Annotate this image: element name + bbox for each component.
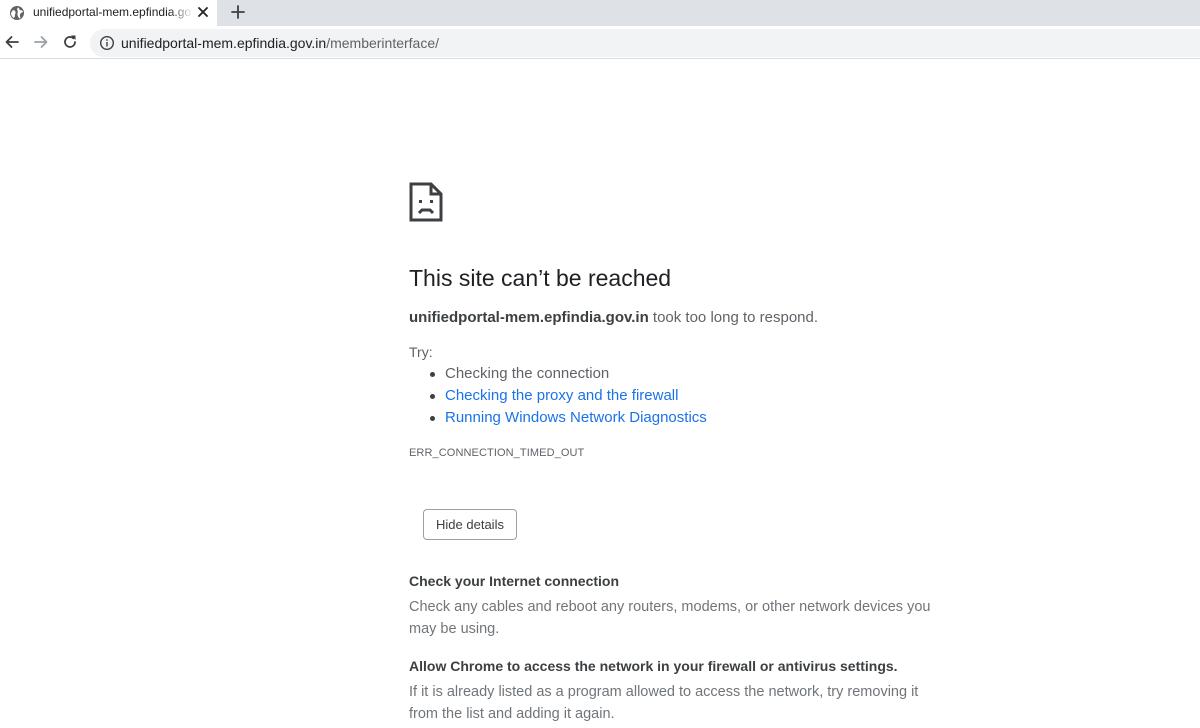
arrow-right-icon[interactable]: [32, 33, 50, 51]
address-bar[interactable]: unifiedportal-mem.epfindia.gov.in/member…: [90, 29, 1200, 57]
sad-page-icon: [409, 182, 443, 222]
url-host: unifiedportal-mem.epfindia.gov.in: [121, 35, 327, 51]
url-text: unifiedportal-mem.epfindia.gov.in/member…: [121, 35, 439, 51]
hide-details-button[interactable]: Hide details: [423, 509, 517, 540]
url-path: /memberinterface/: [326, 35, 440, 51]
suggestion-network-diagnostics[interactable]: Running Windows Network Diagnostics: [409, 408, 707, 430]
close-icon[interactable]: [196, 5, 210, 19]
details-text-firewall: If it is already listed as a program all…: [409, 684, 919, 722]
page-title: This site can’t be reached: [409, 265, 672, 291]
reload-icon[interactable]: [61, 33, 79, 51]
browser-toolbar: unifiedportal-mem.epfindia.gov.in/member…: [0, 26, 1200, 59]
suggestions-list: Checking the connection Checking the pro…: [409, 364, 707, 430]
info-icon[interactable]: [99, 35, 115, 51]
error-summary-text: took too long to respond.: [648, 309, 819, 326]
error-summary: unifiedportal-mem.epfindia.gov.in took t…: [409, 308, 818, 328]
plus-icon[interactable]: [229, 3, 247, 21]
active-tab[interactable]: unifiedportal-mem.epfindia.gov.in/member…: [0, 0, 217, 26]
globe-icon: [10, 6, 24, 20]
suggestion-label: Checking the connection: [445, 365, 610, 382]
error-code: ERR_CONNECTION_TIMED_OUT: [409, 447, 585, 459]
proxy-firewall-link[interactable]: Checking the proxy and the firewall: [445, 387, 678, 404]
details-text-connection: Check any cables and reboot any routers,…: [409, 599, 931, 637]
suggestion-check-proxy[interactable]: Checking the proxy and the firewall: [409, 386, 707, 408]
try-label: Try:: [409, 344, 433, 360]
arrow-left-icon[interactable]: [3, 33, 21, 51]
suggestion-check-connection: Checking the connection: [409, 364, 707, 386]
network-diagnostics-link[interactable]: Running Windows Network Diagnostics: [445, 409, 707, 426]
tab-strip: unifiedportal-mem.epfindia.gov.in/member…: [0, 0, 1200, 26]
error-host: unifiedportal-mem.epfindia.gov.in: [409, 309, 649, 326]
details-title-connection: Check your Internet connection: [409, 573, 620, 589]
tab-title: unifiedportal-mem.epfindia.gov.in/member…: [33, 5, 193, 19]
details-title-firewall: Allow Chrome to access the network in yo…: [409, 658, 898, 674]
